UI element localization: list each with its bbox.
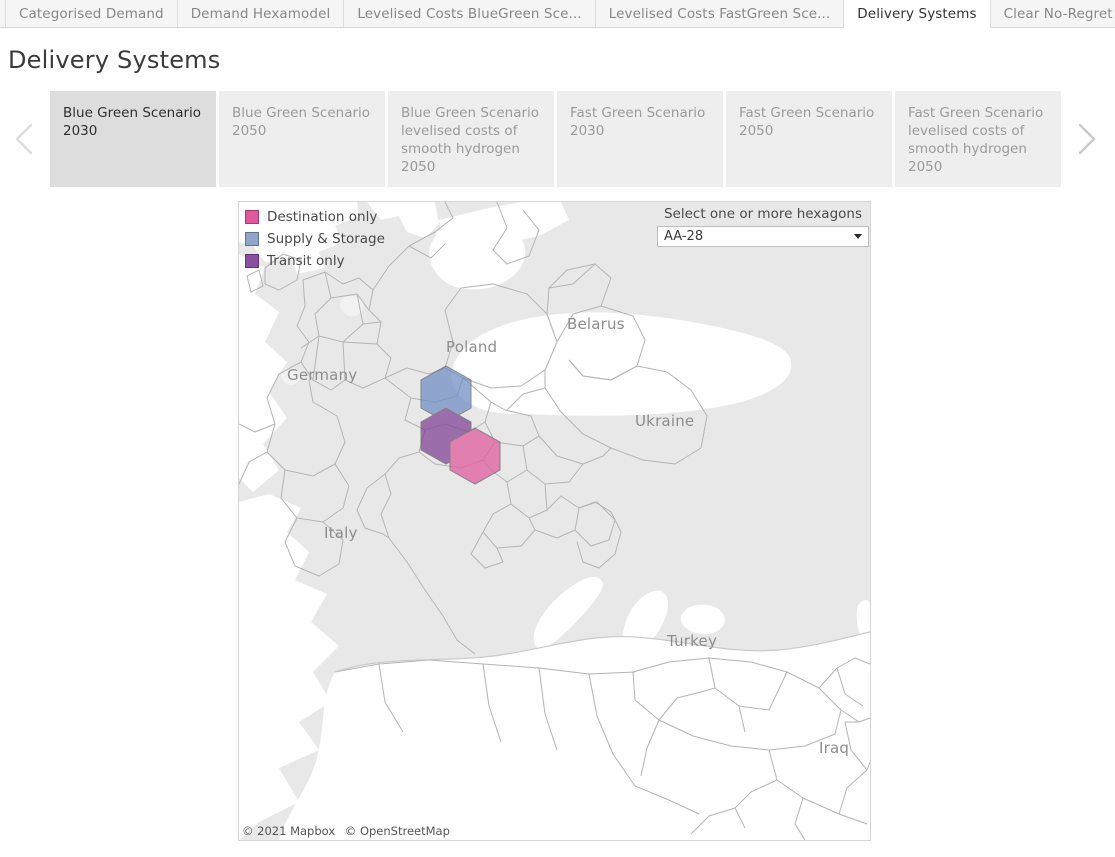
- tab-label: Levelised Costs FastGreen Sce...: [608, 5, 831, 22]
- tab-label: Levelised Costs BlueGreen Sce...: [357, 5, 582, 22]
- legend-item-destination-only[interactable]: Destination only: [245, 206, 385, 228]
- tab-levelised-costs-bluegreen[interactable]: Levelised Costs BlueGreen Sce...: [344, 0, 596, 27]
- map-attribution: © 2021 Mapbox © OpenStreetMap: [242, 824, 456, 838]
- story-card-label: Fast Green Scenario 2030: [570, 105, 706, 139]
- page-title: Delivery Systems: [8, 46, 221, 74]
- tab-levelised-costs-fastgreen[interactable]: Levelised Costs FastGreen Sce...: [595, 0, 845, 27]
- story-card-blue-green-levelised-2050[interactable]: Blue Green Scenario levelised costs of s…: [388, 91, 554, 187]
- story-navigator: Blue Green Scenario 2030 Blue Green Scen…: [0, 91, 1115, 187]
- legend-item-supply-storage[interactable]: Supply & Storage: [245, 228, 385, 250]
- delivery-systems-map[interactable]: Germany Poland Belarus Ukraine Italy Tur…: [238, 201, 871, 841]
- story-card-label: Blue Green Scenario 2050: [232, 105, 371, 139]
- chevron-left-icon[interactable]: [0, 91, 50, 187]
- tab-demand-hexamodel[interactable]: Demand Hexamodel: [177, 0, 345, 27]
- tab-label: Delivery Systems: [857, 5, 977, 22]
- legend-swatch-destination-only: [245, 210, 259, 224]
- legend-label: Destination only: [267, 209, 378, 225]
- workbook-tab-bar: Categorised Demand Demand Hexamodel Leve…: [0, 0, 1115, 28]
- tab-label: Categorised Demand: [19, 5, 164, 22]
- story-card-fast-green-levelised-2050[interactable]: Fast Green Scenario levelised costs of s…: [895, 91, 1061, 187]
- chevron-down-icon[interactable]: [854, 234, 862, 239]
- legend-label: Transit only: [267, 253, 345, 269]
- story-card-label: Blue Green Scenario levelised costs of s…: [401, 105, 540, 175]
- tab-categorised-demand[interactable]: Categorised Demand: [5, 0, 178, 27]
- chevron-right-icon[interactable]: [1061, 91, 1111, 187]
- hexagon-select-value: AA-28: [664, 229, 704, 244]
- hexagon-filter: Select one or more hexagons AA-28: [657, 206, 869, 247]
- legend-label: Supply & Storage: [267, 231, 385, 247]
- hexagon-filter-label: Select one or more hexagons: [663, 206, 863, 222]
- story-card-fast-green-2030[interactable]: Fast Green Scenario 2030: [557, 91, 723, 187]
- tab-label: Demand Hexamodel: [190, 5, 331, 22]
- tab-delivery-systems[interactable]: Delivery Systems: [844, 0, 991, 28]
- legend-item-transit-only[interactable]: Transit only: [245, 250, 385, 272]
- story-card-fast-green-2050[interactable]: Fast Green Scenario 2050: [726, 91, 892, 187]
- story-card-label: Fast Green Scenario levelised costs of s…: [908, 105, 1044, 175]
- legend-swatch-transit-only: [245, 254, 259, 268]
- map-legend: Destination only Supply & Storage Transi…: [245, 206, 385, 272]
- story-card-label: Fast Green Scenario 2050: [739, 105, 875, 139]
- hexagon-select[interactable]: AA-28: [657, 226, 869, 247]
- story-card-blue-green-2050[interactable]: Blue Green Scenario 2050: [219, 91, 385, 187]
- story-card-list: Blue Green Scenario 2030 Blue Green Scen…: [50, 91, 1061, 187]
- tab-clear-no-regret-routes[interactable]: Clear No-Regret Routes: [990, 0, 1115, 27]
- attribution-mapbox[interactable]: © 2021 Mapbox: [242, 824, 335, 838]
- story-card-label: Blue Green Scenario 2030: [63, 105, 202, 139]
- story-card-blue-green-2030[interactable]: Blue Green Scenario 2030: [50, 91, 216, 187]
- legend-swatch-supply-storage: [245, 232, 259, 246]
- attribution-openstreetmap[interactable]: © OpenStreetMap: [345, 824, 450, 838]
- tab-label: Clear No-Regret Routes: [1003, 5, 1115, 22]
